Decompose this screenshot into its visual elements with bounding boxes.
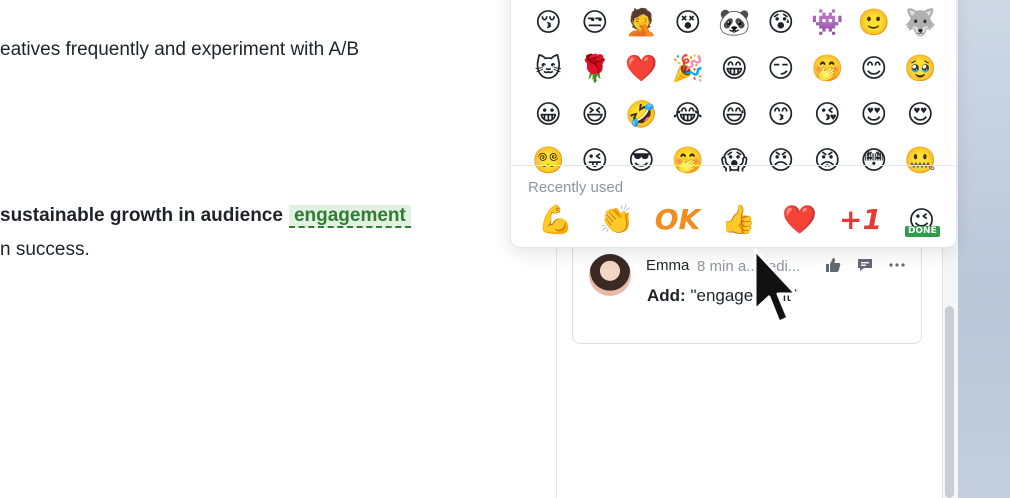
emoji-cell[interactable]: 😆 [572,91,619,137]
avatar[interactable] [589,254,631,296]
emoji-cell[interactable]: 😘 [804,91,851,137]
emoji-cell[interactable]: 🙂 [851,0,898,45]
emoji-cell[interactable]: ❤️ [618,45,665,91]
emoji-cell[interactable]: 🤭 [804,45,851,91]
emoji-cell[interactable]: 😀 [525,91,572,137]
emoji-ok[interactable]: OK [647,199,708,241]
emoji-cell[interactable]: 👾 [804,0,851,45]
emoji-clap[interactable]: 👏 [586,199,647,241]
emoji-cell[interactable]: 😜 [572,137,619,183]
emoji-cell[interactable]: 😁 [711,45,758,91]
emoji-cell[interactable]: 😎 [618,137,665,183]
emoji-cell[interactable]: 😍 [897,91,944,137]
emoji-cell[interactable]: 😱 [711,137,758,183]
mouse-cursor-icon [753,248,798,324]
recently-used-row: 💪 👏 OK 👍 ❤️ +1 😉 DONE [525,199,952,241]
emoji-cell[interactable]: 🎉 [665,45,712,91]
emoji-cell[interactable]: 🐼 [711,0,758,45]
comment-actions [822,255,908,275]
emoji-cell[interactable]: 🌹 [572,45,619,91]
emoji-cell[interactable]: 🤐 [897,137,944,183]
emoji-cell[interactable]: 🐱 [525,45,572,91]
emoji-cell[interactable]: 🐺 [897,0,944,45]
commented-highlight[interactable]: engagement [288,205,411,228]
emoji-cell[interactable]: 😡 [804,137,851,183]
thumbs-up-icon[interactable] [822,255,844,275]
more-icon[interactable] [886,255,908,275]
emoji-cell[interactable]: 😅 [711,91,758,137]
emoji-grid: 😚 😒 🤦 😵 🐼 😰 👾 🙂 🐺 🐱 🌹 ❤️ 🎉 😁 😏 🤭 😊 🥹 😀 😆 🤣 😂 😅 😙 😘 😍 😍 😵‍💫 😜 😎 🤭 😱 😠 😡 😳 🤐 [525,0,944,183]
document-text-fragment: sustainable growth in audience [0,205,283,226]
document-text-line: eatives frequently and experiment with A… [0,39,360,60]
emoji-cell[interactable]: 😒 [572,0,619,45]
emoji-heart[interactable]: ❤️ [769,199,830,241]
comment-author[interactable]: Emma [646,257,689,274]
emoji-plus-one[interactable]: +1 [830,199,891,241]
document-text-line-bold: sustainable growth in audience engagement [0,203,411,229]
recently-used-label: Recently used [528,179,624,196]
emoji-cell[interactable]: 🤭 [665,137,712,183]
document-area[interactable]: eatives frequently and experiment with A… [0,0,556,498]
emoji-cell[interactable]: 😍 [851,91,898,137]
emoji-cell[interactable]: 🤣 [618,91,665,137]
emoji-cell[interactable]: 😊 [851,45,898,91]
emoji-cell[interactable]: 😳 [851,137,898,183]
emoji-cell[interactable]: 😚 [525,0,572,45]
reply-icon[interactable] [854,255,876,275]
emoji-thumbs-up[interactable]: 👍 [708,199,769,241]
emoji-done[interactable]: 😉 DONE [891,199,952,241]
desktop-background [958,0,1010,498]
emoji-cell[interactable]: 😠 [758,137,805,183]
comment-action-label: Add: [647,286,686,305]
emoji-cell[interactable]: 🥹 [897,45,944,91]
emoji-picker: 😚 😒 🤦 😵 🐼 😰 👾 🙂 🐺 🐱 🌹 ❤️ 🎉 😁 😏 🤭 😊 🥹 😀 😆 🤣 😂 😅 😙 😘 😍 😍 😵‍💫 😜 😎 🤭 😱 😠 😡 😳 🤐 … [510,0,958,248]
emoji-cell[interactable]: 😵‍💫 [525,137,572,183]
emoji-cell[interactable]: 😰 [758,0,805,45]
emoji-cell[interactable]: 🤦 [618,0,665,45]
done-face-icon: 😉 DONE [904,207,940,237]
emoji-cell[interactable]: 😏 [758,45,805,91]
document-text-line: n success. [0,239,90,260]
emoji-muscle[interactable]: 💪 [525,199,586,241]
scrollbar-thumb[interactable] [945,306,954,498]
emoji-cell[interactable]: 😙 [758,91,805,137]
emoji-cell[interactable]: 😂 [665,91,712,137]
done-label: DONE [904,226,940,237]
picker-divider [511,165,958,166]
emoji-cell[interactable]: 😵 [665,0,712,45]
